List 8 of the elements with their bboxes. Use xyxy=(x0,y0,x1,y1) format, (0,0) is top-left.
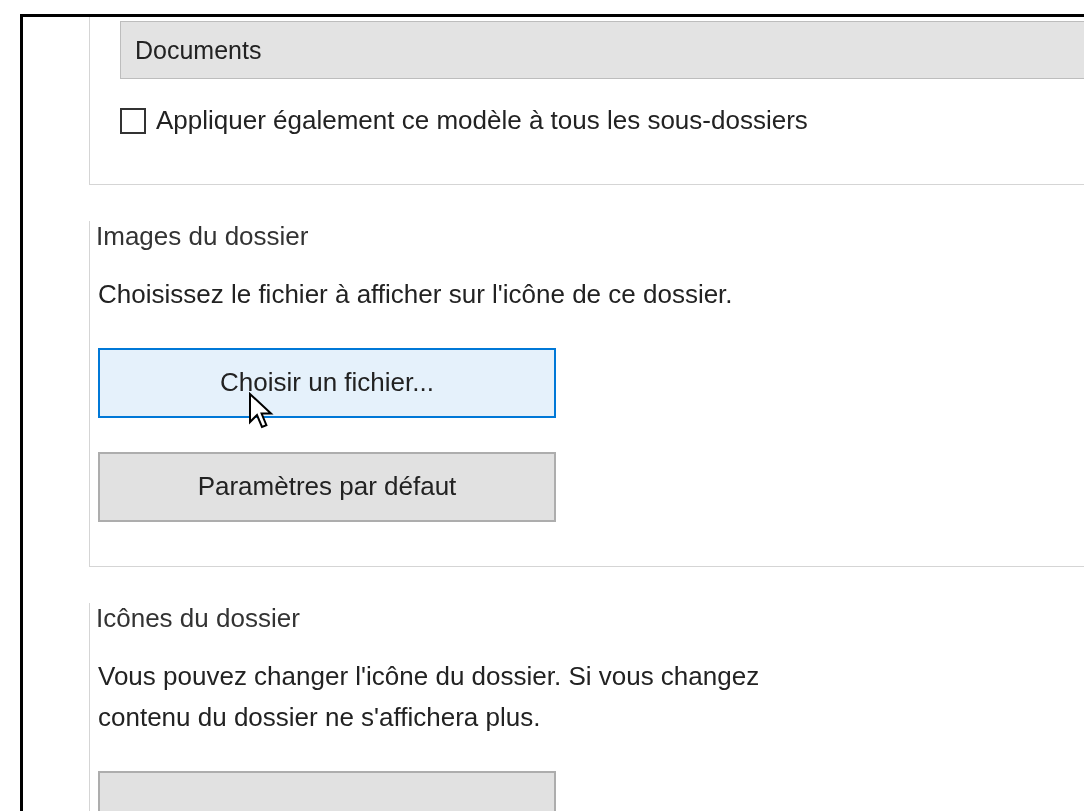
template-dropdown[interactable]: Documents xyxy=(120,21,1084,79)
description-text: Choisissez le fichier à afficher sur l'icône de ce dossier. xyxy=(98,278,734,311)
action-button[interactable]: Choisir un fichier... xyxy=(98,347,556,418)
description-text: Vous pouvez changer l'icône du dossier. Si vous changez contenu du dossier ne s'affichera plus. xyxy=(98,659,761,735)
mouse-cursor-icon xyxy=(248,391,274,430)
checkbox-label: Appliquer également ce modèle à tous les sous-dossiers xyxy=(156,105,808,136)
checkbox[interactable] xyxy=(120,107,146,134)
action-button[interactable]: Paramètres par défaut xyxy=(98,451,556,522)
